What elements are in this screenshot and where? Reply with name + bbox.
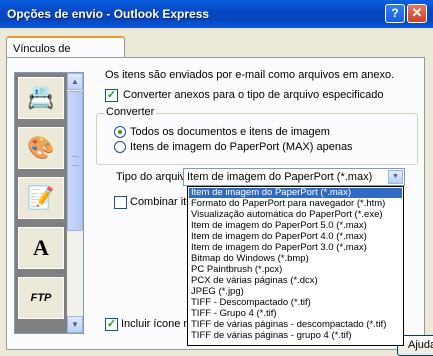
combine-checkbox[interactable] (114, 196, 127, 209)
dropdown-option[interactable]: TIFF de várias páginas - descompactado (… (189, 320, 402, 330)
window-title: Opções de envio - Outlook Express (7, 7, 210, 21)
dropdown-option[interactable]: Visualização automática do PaperPort (*.… (189, 210, 402, 220)
program-icon-ftp[interactable]: FTP (18, 277, 64, 319)
ftp-icon: FTP (30, 292, 52, 304)
scroll-thumb[interactable] (67, 91, 83, 231)
dropdown-option[interactable]: Bitmap do Windows (*.bmp) (189, 254, 402, 264)
include-icon-label: Incluir ícone na (121, 318, 196, 330)
intro-text: Os itens são enviados por e-mail como ar… (105, 69, 395, 81)
dropdown-option[interactable]: Item de imagem do PaperPort (*.max) (189, 188, 402, 198)
dropdown-option[interactable]: TIFF - Grupo 4 (*.tif) (189, 309, 402, 319)
dropdown-option[interactable]: JPEG (*.jpg) (189, 287, 402, 297)
radio-all-documents[interactable] (114, 126, 126, 138)
send-options-dialog: Opções de envio - Outlook Express ? ✕ Ví… (0, 0, 433, 356)
ocr-icon: A (33, 235, 49, 260)
program-icon-fax[interactable]: 📇 (18, 77, 64, 119)
dropdown-option[interactable]: Formato do PaperPort para navegador (*.h… (189, 199, 402, 209)
dropdown-option[interactable]: Item de imagem do PaperPort 4.0 (*.max) (189, 232, 402, 242)
converter-group-label: Converter (104, 106, 157, 118)
program-list-scrollbar[interactable]: ▲ ▼ (67, 73, 83, 333)
dropdown-option[interactable]: Item de imagem do PaperPort 5.0 (*.max) (189, 221, 402, 231)
filetype-select[interactable]: Item de imagem do PaperPort (*.max) ▼ (183, 168, 405, 186)
title-bar: Opções de envio - Outlook Express ? ✕ (0, 0, 433, 28)
radio-paperport-only[interactable] (114, 141, 126, 153)
dropdown-option[interactable]: Item de imagem do PaperPort 3.0 (*.max) (189, 243, 402, 253)
radio-all-documents-label: Todos os documentos e itens de imagem (130, 126, 330, 138)
convert-checkbox[interactable]: ✓ (105, 89, 118, 102)
tab-program-links[interactable]: Vínculos de programas (6, 36, 125, 67)
program-icon-list: 📇 🎨 📝 A FTP ▲ ▼ (14, 72, 84, 334)
notepad-icon: 📝 (27, 185, 55, 210)
radio-paperport-only-label: Itens de imagem do PaperPort (MAX) apena… (130, 141, 353, 153)
filetype-select-value: Item de imagem do PaperPort (*.max) (187, 171, 373, 183)
scroll-down-arrow-icon[interactable]: ▼ (67, 316, 83, 333)
program-icon-strip: 📇 🎨 📝 A FTP (15, 73, 67, 333)
dropdown-option[interactable]: PC Paintbrush (*.pcx) (189, 265, 402, 275)
program-icon-paint[interactable]: 🎨 (18, 127, 64, 169)
paint-icon: 🎨 (27, 135, 55, 160)
scroll-grip-icon (72, 156, 79, 166)
converter-groupbox (96, 113, 418, 165)
filetype-dropdown-list: Item de imagem do PaperPort (*.max) Form… (187, 186, 404, 346)
close-button[interactable]: ✕ (407, 4, 427, 23)
convert-checkbox-label: Converter anexos para o tipo de arquivo … (123, 89, 384, 101)
scroll-up-arrow-icon[interactable]: ▲ (67, 73, 83, 90)
fax-icon: 📇 (27, 85, 55, 110)
dropdown-option[interactable]: PCX de várias páginas (*.dcx) (189, 276, 402, 286)
dropdown-option[interactable]: TIFF de várias páginas - grupo 4 (*.tif) (189, 331, 402, 341)
dropdown-option[interactable]: TIFF - Descompactado (*.tif) (189, 298, 402, 308)
program-icon-notepad[interactable]: 📝 (18, 177, 64, 219)
program-icon-ocr[interactable]: A (18, 227, 64, 269)
include-icon-checkbox[interactable]: ✓ (105, 318, 118, 331)
help-title-button[interactable]: ? (385, 4, 405, 23)
chevron-down-icon[interactable]: ▼ (388, 170, 403, 184)
